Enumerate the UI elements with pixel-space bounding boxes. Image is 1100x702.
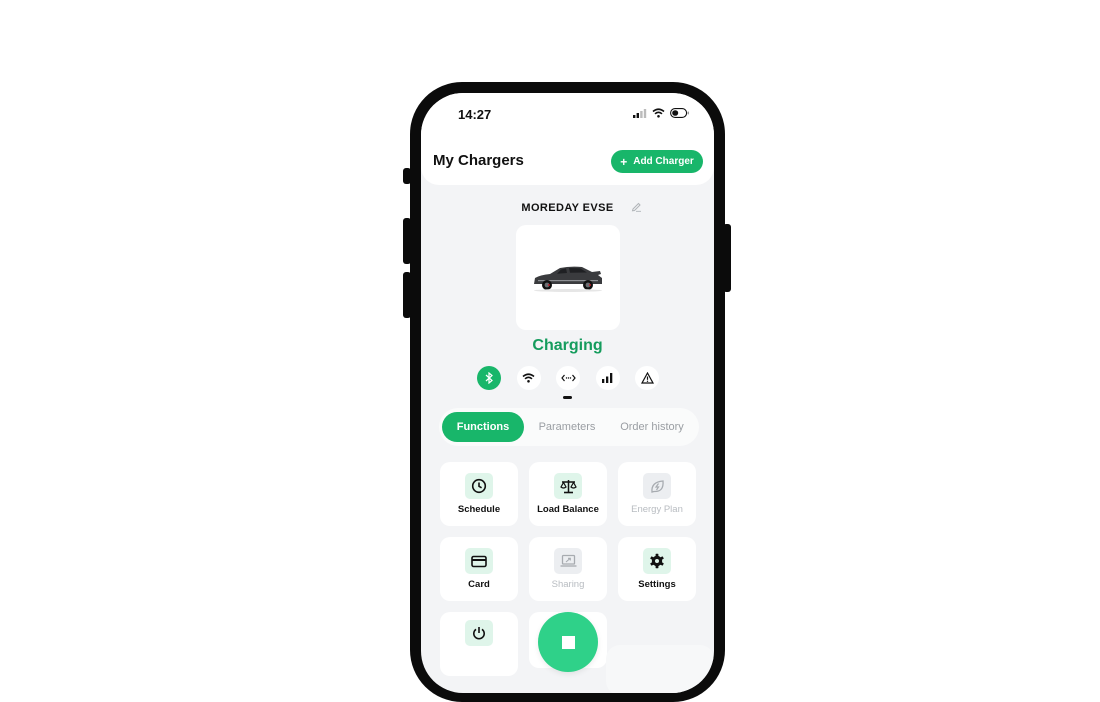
- app-header: 14:27 My Chargers + Add Charger: [421, 93, 714, 185]
- charger-name: MOREDAY EVSE: [521, 202, 614, 214]
- cellular-signal-icon: [602, 373, 613, 383]
- charging-status: Charging: [532, 337, 603, 354]
- wifi-icon: [652, 108, 665, 118]
- app-screen: 14:27 My Chargers + Add Charger MOREDAY …: [421, 93, 714, 693]
- stop-icon: [561, 635, 575, 649]
- scale-icon: [559, 479, 577, 493]
- energy-leaf-icon: [650, 479, 664, 493]
- power-button: [723, 224, 731, 292]
- power-icon: [473, 627, 485, 640]
- stop-charging-button[interactable]: [538, 612, 598, 672]
- card-icon: [471, 555, 487, 567]
- clock-icon: [471, 478, 487, 494]
- mute-switch: [403, 168, 411, 184]
- tab-order-history[interactable]: Order history: [610, 412, 694, 442]
- connection-status-row: [477, 366, 659, 390]
- plus-icon: +: [620, 154, 628, 169]
- warning-button[interactable]: [635, 366, 659, 390]
- bluetooth-button[interactable]: [477, 366, 501, 390]
- function-power[interactable]: [440, 612, 518, 676]
- volume-up-button: [403, 218, 411, 264]
- car-image-card: [516, 225, 620, 330]
- add-charger-label: Add Charger: [633, 156, 694, 167]
- car-image: [534, 266, 602, 292]
- edit-icon[interactable]: [631, 201, 642, 212]
- phone-frame: 14:27 My Chargers + Add Charger MOREDAY …: [403, 82, 731, 702]
- status-time: 14:27: [458, 107, 492, 122]
- gear-icon: [650, 553, 664, 569]
- status-indicators: [633, 108, 690, 118]
- tab-functions[interactable]: Functions: [442, 412, 524, 442]
- tab-bar: Functions Parameters Order history: [439, 408, 699, 446]
- tab-parameters[interactable]: Parameters: [524, 412, 610, 442]
- warning-icon: [640, 372, 654, 384]
- function-settings[interactable]: Settings: [618, 537, 696, 601]
- function-card[interactable]: Card: [440, 537, 518, 601]
- function-schedule[interactable]: Schedule: [440, 462, 518, 526]
- function-sharing[interactable]: Sharing: [529, 537, 607, 601]
- page-indicator: [563, 396, 572, 399]
- cellular-button[interactable]: [595, 366, 620, 390]
- volume-down-button: [403, 272, 411, 318]
- cellular-signal-icon: [633, 108, 647, 118]
- function-label: Load Balance: [537, 504, 599, 515]
- wifi-icon: [522, 373, 535, 383]
- function-label: Schedule: [457, 504, 501, 515]
- add-charger-button[interactable]: + Add Charger: [611, 150, 703, 173]
- battery-icon: [670, 108, 689, 118]
- bluetooth-icon: [485, 372, 493, 384]
- function-energy-plan[interactable]: Energy Plan: [618, 462, 696, 526]
- page-title: My Chargers: [433, 152, 524, 169]
- function-load-balance[interactable]: Load Balance: [529, 462, 607, 526]
- function-label: Card: [468, 579, 490, 590]
- function-label: Sharing: [551, 579, 585, 590]
- ethernet-icon: [560, 374, 576, 382]
- bottom-panel: [606, 645, 714, 693]
- function-label: Energy Plan: [631, 504, 683, 515]
- share-screen-icon: [560, 554, 576, 567]
- ethernet-button[interactable]: [556, 366, 580, 390]
- wifi-button[interactable]: [516, 366, 541, 390]
- function-label: Settings: [638, 579, 676, 590]
